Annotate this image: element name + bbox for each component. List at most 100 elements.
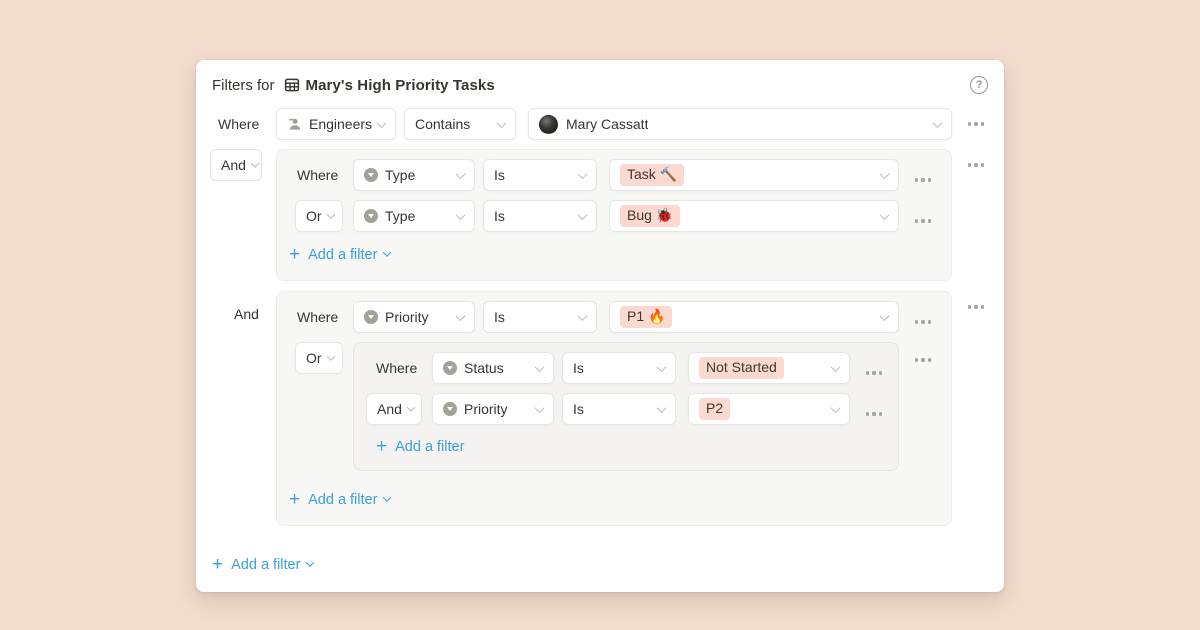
- group-options-button[interactable]: [966, 159, 987, 171]
- add-filter-label: Add a filter: [308, 492, 377, 508]
- nested-group-connector-select[interactable]: Or: [295, 342, 343, 374]
- property-select-priority[interactable]: Priority: [432, 393, 554, 425]
- filter-row: Where Status Is: [366, 352, 886, 384]
- group-options-button[interactable]: [966, 301, 987, 313]
- chevron-down-icon: [933, 118, 943, 128]
- property-select-engineers[interactable]: Engineers: [276, 108, 396, 140]
- group-connector-label: And: [212, 306, 259, 322]
- group-2-panel: Where Priority Is P1 🔥: [276, 291, 952, 526]
- operator-name: Is: [494, 309, 505, 325]
- chevron-down-icon: [880, 169, 890, 179]
- operator-select-is[interactable]: Is: [483, 200, 597, 232]
- row-options-button[interactable]: [864, 408, 885, 420]
- add-filter-button[interactable]: + Add a filter: [289, 489, 390, 511]
- plus-icon: +: [376, 438, 387, 456]
- chevron-down-icon: [327, 210, 335, 218]
- chevron-down-icon: [578, 210, 588, 220]
- where-label: Where: [212, 116, 259, 132]
- chevron-down-icon: [456, 311, 466, 321]
- tag-task: Task 🔨: [620, 164, 684, 186]
- group-connector-select[interactable]: And: [210, 149, 262, 181]
- value-select-person[interactable]: Mary Cassatt: [528, 108, 952, 140]
- tag-p2: P2: [699, 398, 730, 420]
- avatar: [539, 115, 558, 134]
- operator-select-is[interactable]: Is: [483, 301, 597, 333]
- page-background: Filters for Mary's High Priority Tasks ?…: [0, 0, 1200, 630]
- operator-select-is[interactable]: Is: [483, 159, 597, 191]
- filters-for-label: Filters for: [212, 77, 275, 94]
- connector-value: Or: [306, 208, 322, 224]
- property-select-type[interactable]: Type: [353, 159, 475, 191]
- plus-icon: +: [289, 491, 300, 509]
- chevron-down-icon: [377, 118, 387, 128]
- add-filter-button[interactable]: + Add a filter: [212, 554, 313, 576]
- tag-bug: Bug 🐞: [620, 205, 680, 227]
- add-filter-label: Add a filter: [231, 557, 300, 573]
- filter-row: And Priority Is: [366, 393, 886, 425]
- tag-p1: P1 🔥: [620, 306, 672, 328]
- select-property-icon: [364, 168, 378, 182]
- property-name: Priority: [464, 401, 508, 417]
- operator-name: Is: [494, 167, 505, 183]
- property-name: Engineers: [309, 116, 372, 132]
- chevron-down-icon: [578, 311, 588, 321]
- value-select-tag[interactable]: P2: [688, 393, 850, 425]
- chevron-down-icon: [383, 248, 391, 256]
- property-name: Type: [385, 167, 415, 183]
- property-select-type[interactable]: Type: [353, 200, 475, 232]
- row-options-button[interactable]: [913, 174, 934, 186]
- operator-select-is[interactable]: Is: [562, 393, 676, 425]
- plus-icon: +: [212, 556, 223, 574]
- filter-row: Or Type Is Bug 🐞: [293, 200, 935, 232]
- operator-select-is[interactable]: Is: [562, 352, 676, 384]
- property-name: Type: [385, 208, 415, 224]
- connector-value: And: [221, 157, 246, 173]
- row-options-button[interactable]: [913, 316, 934, 328]
- row-connector-select[interactable]: And: [366, 393, 422, 425]
- row-options-button[interactable]: [966, 118, 987, 130]
- help-icon[interactable]: ?: [970, 76, 988, 94]
- row-options-button[interactable]: [913, 215, 934, 227]
- database-title: Mary's High Priority Tasks: [306, 77, 495, 94]
- add-filter-label: Add a filter: [308, 247, 377, 263]
- chevron-down-icon: [456, 169, 466, 179]
- value-select-tag[interactable]: Bug 🐞: [609, 200, 899, 232]
- where-label: Where: [293, 309, 338, 325]
- select-property-icon: [443, 361, 457, 375]
- filter-group-1: And Where Type Is: [212, 149, 988, 281]
- chevron-down-icon: [251, 159, 259, 167]
- operator-select-contains[interactable]: Contains: [404, 108, 516, 140]
- database-table-icon: [284, 77, 300, 93]
- property-select-status[interactable]: Status: [432, 352, 554, 384]
- chevron-down-icon: [383, 493, 391, 501]
- chevron-down-icon: [831, 362, 841, 372]
- card-header: Filters for Mary's High Priority Tasks ?: [212, 74, 988, 96]
- connector-value: Or: [306, 350, 322, 366]
- filter-row: Where Type Is Task 🔨: [293, 159, 935, 191]
- select-property-icon: [443, 402, 457, 416]
- chevron-down-icon: [578, 169, 588, 179]
- value-select-tag[interactable]: P1 🔥: [609, 301, 899, 333]
- plus-icon: +: [289, 246, 300, 264]
- select-property-icon: [364, 209, 378, 223]
- add-filter-button[interactable]: + Add a filter: [289, 244, 390, 266]
- value-select-tag[interactable]: Not Started: [688, 352, 850, 384]
- chevron-down-icon: [306, 558, 314, 566]
- property-select-priority[interactable]: Priority: [353, 301, 475, 333]
- row-options-button[interactable]: [864, 367, 885, 379]
- filter-group-2: And Where Priority Is: [212, 291, 988, 526]
- chevron-down-icon: [407, 403, 415, 411]
- help-glyph: ?: [976, 79, 983, 91]
- connector-value: And: [377, 401, 402, 417]
- chevron-down-icon: [327, 352, 335, 360]
- row-connector-select[interactable]: Or: [295, 200, 343, 232]
- add-filter-button[interactable]: + Add a filter: [376, 436, 464, 458]
- filters-card: Filters for Mary's High Priority Tasks ?…: [196, 60, 1004, 592]
- chevron-down-icon: [880, 311, 890, 321]
- filter-row-engineers: Where Engineers Contains Mar: [212, 108, 988, 140]
- person-icon: [287, 117, 302, 132]
- nested-group-panel: Where Status Is: [353, 342, 899, 471]
- nested-group-options-button[interactable]: [913, 354, 934, 366]
- value-select-tag[interactable]: Task 🔨: [609, 159, 899, 191]
- operator-name: Is: [573, 401, 584, 417]
